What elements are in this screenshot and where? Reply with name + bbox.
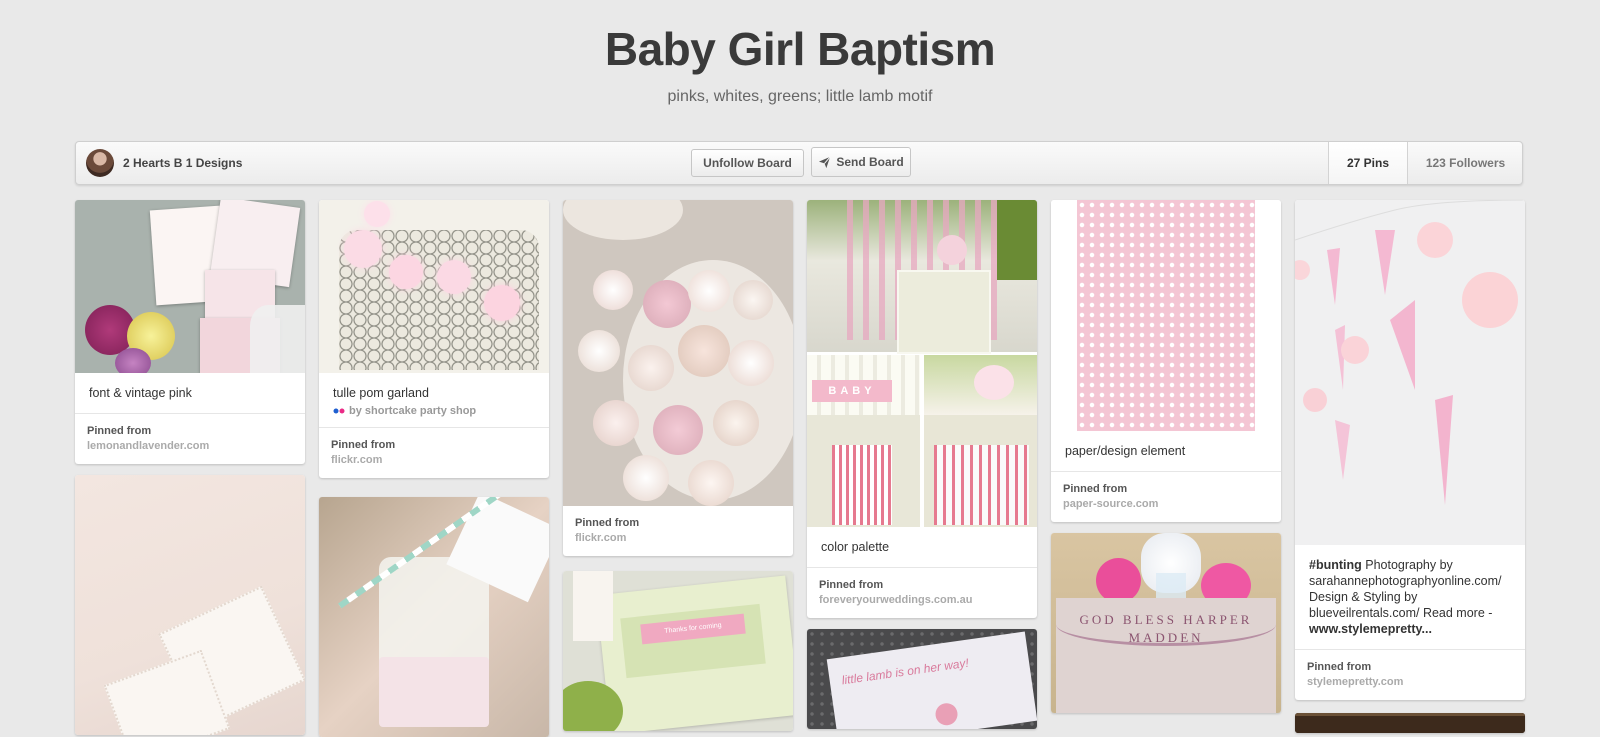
pin-image[interactable]: [319, 200, 549, 373]
pin-card[interactable]: Pinned from flickr.com: [563, 200, 793, 556]
attribution-text: by shortcake party shop: [349, 405, 477, 417]
pin-attribution[interactable]: by shortcake party shop: [319, 405, 549, 428]
read-more-link[interactable]: www.stylemepretty...: [1309, 622, 1432, 636]
pin-image[interactable]: little lamb is on her way!: [807, 629, 1037, 729]
pin-image[interactable]: [75, 475, 305, 735]
board-title: Baby Girl Baptism: [604, 23, 996, 75]
pin-image[interactable]: GOD BLESS HARPER MADDEN: [1051, 533, 1281, 713]
pin-description: color palette: [807, 527, 1037, 568]
pin-card[interactable]: Thanks for coming: [563, 571, 793, 731]
pinned-from-label: Pinned from: [331, 439, 396, 451]
pin-source[interactable]: Pinned from stylemepretty.com: [1295, 650, 1525, 700]
image-card-text: little lamb is on her way!: [840, 655, 970, 688]
pin-image[interactable]: [75, 200, 305, 373]
pin-source-domain[interactable]: flickr.com: [331, 453, 537, 468]
send-board-label: Send Board: [836, 155, 904, 169]
pin-card[interactable]: tulle pom garland by shortcake party sho…: [319, 200, 549, 478]
pin-source[interactable]: Pinned from lemonandlavender.com: [75, 414, 305, 464]
pin-source-domain[interactable]: lemonandlavender.com: [87, 439, 293, 454]
pin-card[interactable]: GOD BLESS HARPER MADDEN: [1051, 533, 1281, 713]
bunting-image: [1295, 200, 1525, 505]
pin-source[interactable]: Pinned from flickr.com: [319, 428, 549, 478]
pinned-from-label: Pinned from: [1307, 661, 1372, 673]
pin-source[interactable]: Pinned from paper-source.com: [1051, 472, 1281, 522]
pin-card[interactable]: [319, 497, 549, 737]
pin-card[interactable]: font & vintage pink Pinned from lemonand…: [75, 200, 305, 464]
pinned-from-label: Pinned from: [87, 425, 152, 437]
pin-image[interactable]: [1295, 200, 1525, 545]
pin-source-domain[interactable]: foreveryourweddings.com.au: [819, 593, 1025, 608]
pin-source[interactable]: Pinned from flickr.com: [563, 506, 793, 556]
pin-image[interactable]: [1295, 713, 1525, 733]
pin-image[interactable]: [1051, 200, 1281, 431]
pin-card[interactable]: #bunting Photography by sarahannephotogr…: [1295, 200, 1525, 700]
pin-description: #bunting Photography by sarahannephotogr…: [1295, 545, 1525, 650]
pin-card[interactable]: [1295, 713, 1525, 733]
pin-card[interactable]: [75, 475, 305, 735]
flickr-icon: [333, 408, 345, 414]
owner-name-link[interactable]: 2 Hearts B 1 Designs: [123, 156, 242, 170]
pin-image[interactable]: [563, 200, 793, 506]
pin-card[interactable]: paper/design element Pinned from paper-s…: [1051, 200, 1281, 522]
pinned-from-label: Pinned from: [819, 579, 884, 591]
image-label: BABY: [812, 380, 892, 402]
board-toolbar: 2 Hearts B 1 Designs Unfollow Board Send…: [75, 141, 1523, 185]
pin-description: font & vintage pink: [75, 373, 305, 414]
send-plane-icon: [819, 156, 831, 168]
pin-source-domain[interactable]: flickr.com: [575, 531, 781, 546]
pin-image[interactable]: BABY: [807, 200, 1037, 527]
board-description: pinks, whites, greens; little lamb motif: [667, 88, 933, 105]
unfollow-board-label: Unfollow Board: [703, 156, 792, 170]
owner-avatar[interactable]: [86, 149, 114, 177]
pin-image[interactable]: [319, 497, 549, 737]
image-banner-text: GOD BLESS HARPER MADDEN: [1079, 612, 1253, 645]
pin-source[interactable]: Pinned from foreveryourweddings.com.au: [807, 568, 1037, 618]
send-board-button[interactable]: Send Board: [811, 147, 911, 177]
pin-source-domain[interactable]: paper-source.com: [1063, 497, 1269, 512]
pin-card[interactable]: little lamb is on her way!: [807, 629, 1037, 729]
pin-card[interactable]: BABY color palette Pinned from foreveryo…: [807, 200, 1037, 618]
pins-count-tab[interactable]: 27 Pins: [1328, 142, 1407, 184]
pin-source-domain[interactable]: stylemepretty.com: [1307, 675, 1513, 690]
pin-description: paper/design element: [1051, 431, 1281, 472]
pinned-from-label: Pinned from: [1063, 483, 1128, 495]
pin-description: tulle pom garland: [333, 386, 429, 400]
unfollow-board-button[interactable]: Unfollow Board: [691, 149, 804, 177]
pin-image[interactable]: Thanks for coming: [563, 571, 793, 731]
pinned-from-label: Pinned from: [575, 517, 640, 529]
hashtag-link[interactable]: #bunting: [1309, 558, 1362, 572]
followers-count-tab[interactable]: 123 Followers: [1407, 142, 1523, 184]
